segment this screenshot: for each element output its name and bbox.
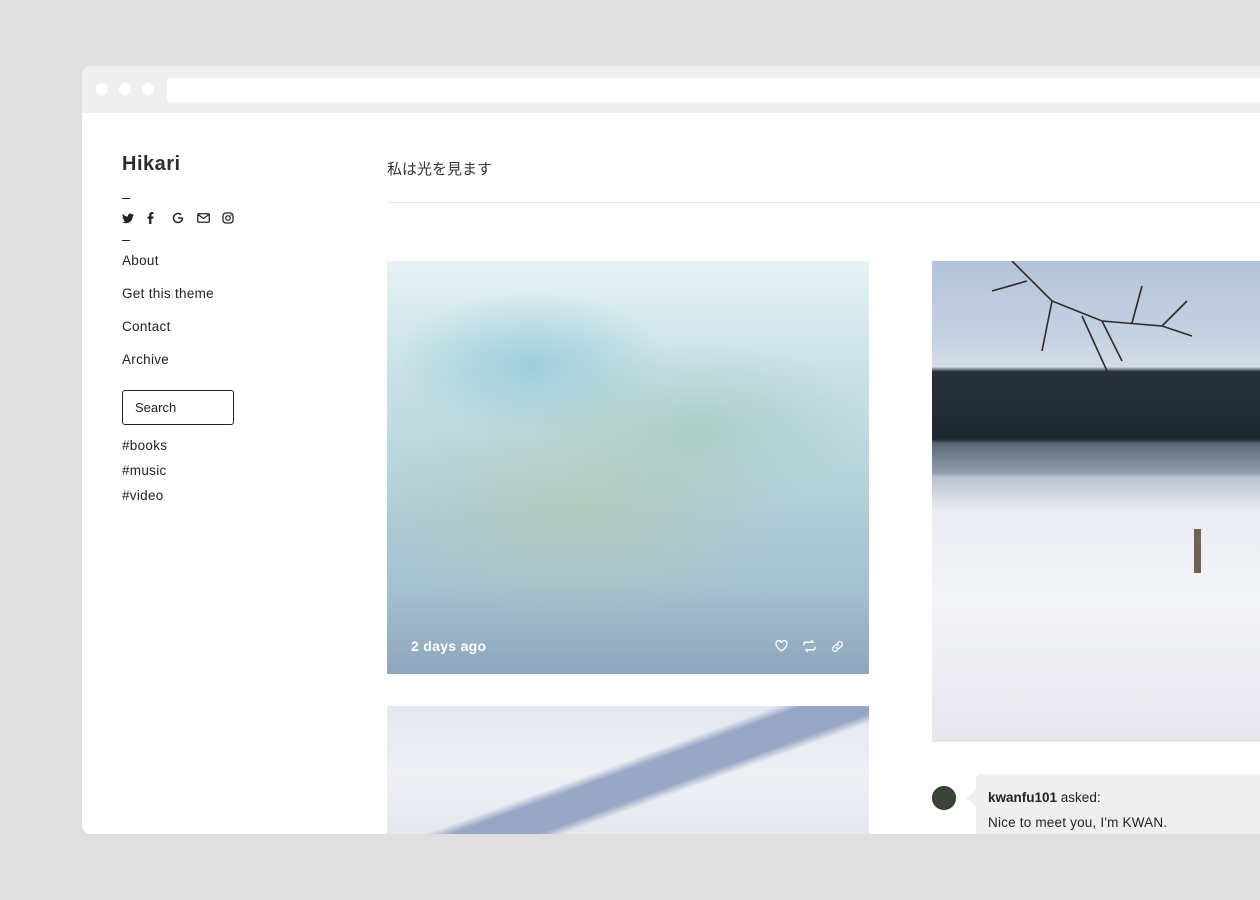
tag-link-video[interactable]: #video (122, 488, 167, 513)
maximize-window-dot[interactable] (142, 83, 154, 95)
blog-description: 私は光を見ます (387, 160, 493, 178)
ask-header: kwanfu101 asked: (988, 790, 1101, 805)
heart-icon[interactable] (773, 638, 789, 654)
instagram-icon[interactable] (222, 210, 247, 226)
tag-link-music[interactable]: #music (122, 463, 167, 488)
asked-label: asked: (1060, 790, 1101, 805)
asker-name-link[interactable]: kwanfu101 (988, 790, 1057, 805)
ask-question: Nice to meet you, I'm KWAN. (988, 815, 1168, 830)
ask-bubble: kwanfu101 asked: Nice to meet you, I'm K… (966, 774, 1260, 834)
nav-link-about[interactable]: About (122, 253, 214, 286)
google-icon[interactable] (172, 210, 197, 226)
blog-title[interactable]: Hikari (122, 153, 181, 176)
nav-link-get-theme[interactable]: Get this theme (122, 286, 214, 319)
mail-icon[interactable] (197, 210, 222, 226)
divider (122, 198, 130, 199)
photo-post-water-reflection[interactable]: 2 days ago (387, 261, 869, 674)
address-bar[interactable] (167, 78, 1260, 102)
photo-overlay (387, 584, 869, 674)
link-icon[interactable] (829, 638, 845, 654)
header-divider (387, 202, 1260, 203)
reblog-icon[interactable] (801, 638, 817, 654)
tag-link-books[interactable]: #books (122, 438, 167, 463)
asker-avatar[interactable] (932, 786, 956, 810)
facebook-icon[interactable] (147, 210, 172, 226)
tree-branch-graphic (991, 261, 1193, 372)
tag-list: #books #music #video (122, 438, 167, 513)
photo-post-frozen-lake[interactable] (932, 261, 1260, 742)
post-date-link[interactable]: 2 days ago (411, 638, 486, 654)
twitter-icon[interactable] (122, 210, 147, 226)
social-links (122, 210, 247, 226)
divider (122, 240, 130, 241)
post-actions (773, 638, 845, 654)
browser-toolbar (82, 66, 1260, 113)
minimize-window-dot[interactable] (119, 83, 131, 95)
close-window-dot[interactable] (96, 83, 108, 95)
nav-link-archive[interactable]: Archive (122, 352, 214, 385)
sidebar-nav: About Get this theme Contact Archive (122, 253, 214, 385)
photo-post-snow-field[interactable] (387, 706, 869, 834)
nav-link-contact[interactable]: Contact (122, 319, 214, 352)
search-input[interactable] (122, 390, 234, 425)
wooden-post (1194, 529, 1201, 573)
browser-window: Hikari About Get this theme Contact Arch… (82, 66, 1260, 834)
